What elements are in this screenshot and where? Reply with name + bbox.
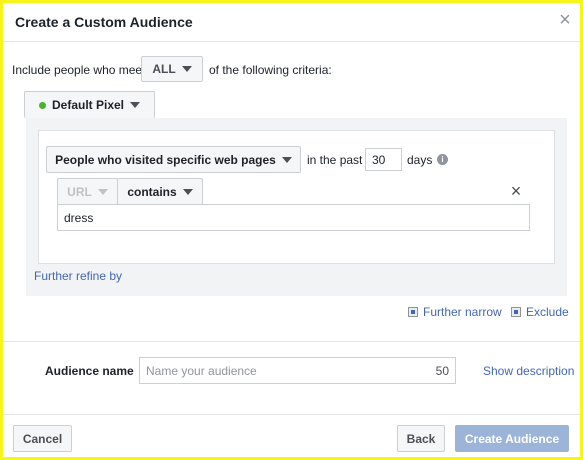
audience-name-placeholder: Name your audience bbox=[146, 363, 257, 378]
audience-name-label: Audience name bbox=[45, 364, 134, 378]
footer-divider bbox=[3, 414, 580, 415]
url-field-label: URL bbox=[67, 184, 92, 199]
days-input[interactable]: 30 bbox=[365, 148, 402, 171]
operator-label: contains bbox=[127, 184, 177, 199]
url-field-dropdown[interactable]: URL bbox=[57, 178, 118, 205]
visitor-type-label: People who visited specific web pages bbox=[55, 152, 276, 167]
match-type-dropdown[interactable]: ALL bbox=[141, 56, 203, 82]
create-audience-button[interactable]: Create Audience bbox=[455, 425, 569, 452]
exclude-button[interactable]: Exclude bbox=[511, 305, 569, 319]
remove-filter-icon[interactable]: × bbox=[508, 182, 524, 200]
url-value-input[interactable]: dress bbox=[57, 204, 530, 231]
chevron-down-icon bbox=[130, 102, 141, 108]
back-button[interactable]: Back bbox=[397, 425, 445, 452]
cancel-button[interactable]: Cancel bbox=[13, 425, 72, 452]
visitor-type-dropdown[interactable]: People who visited specific web pages bbox=[46, 146, 301, 173]
chevron-down-icon bbox=[281, 156, 292, 163]
status-dot-icon bbox=[38, 101, 46, 109]
pixel-dropdown[interactable]: Default Pixel bbox=[24, 91, 155, 118]
info-icon[interactable]: i bbox=[437, 154, 448, 165]
match-type-label: ALL bbox=[152, 62, 176, 76]
char-limit-counter: 50 bbox=[435, 363, 449, 378]
include-suffix-text: of the following criteria: bbox=[209, 63, 332, 77]
close-icon[interactable]: × bbox=[554, 9, 576, 31]
pixel-label: Default Pixel bbox=[51, 98, 125, 112]
further-refine-link[interactable]: Further refine by bbox=[34, 269, 122, 283]
audience-name-input[interactable]: Name your audience 50 bbox=[139, 357, 456, 384]
exclude-label: Exclude bbox=[526, 305, 569, 319]
operator-dropdown[interactable]: contains bbox=[117, 178, 203, 205]
further-narrow-button[interactable]: Further narrow bbox=[408, 305, 502, 319]
section-divider bbox=[3, 341, 580, 342]
dialog-title: Create a Custom Audience bbox=[15, 14, 193, 30]
chevron-down-icon bbox=[181, 66, 192, 72]
narrow-icon bbox=[408, 307, 418, 317]
further-narrow-label: Further narrow bbox=[423, 305, 502, 319]
dialog: Create a Custom Audience × Include peopl… bbox=[0, 0, 583, 460]
include-prefix-text: Include people who meet bbox=[12, 63, 146, 77]
chevron-down-icon bbox=[182, 188, 193, 195]
exclude-icon bbox=[511, 307, 521, 317]
show-description-link[interactable]: Show description bbox=[483, 364, 574, 378]
days-text: days bbox=[407, 153, 433, 167]
in-the-past-text: in the past bbox=[307, 153, 363, 167]
header-divider bbox=[3, 41, 580, 42]
chevron-down-icon bbox=[97, 188, 108, 195]
